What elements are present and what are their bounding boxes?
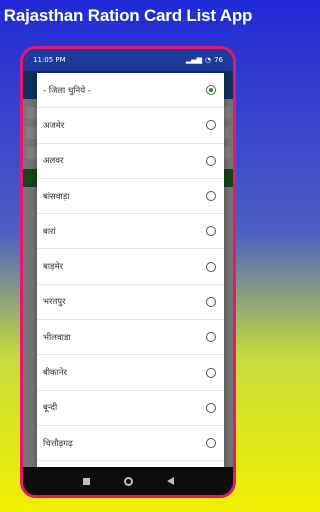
radio-button-icon[interactable] [206,332,216,343]
radio-button-icon[interactable] [206,85,216,96]
radio-button-icon[interactable] [206,261,216,272]
district-option[interactable]: बारां [37,214,224,250]
district-option[interactable]: - जिला चुनिये - [37,73,224,109]
radio-button-icon[interactable] [206,367,216,378]
status-bar: 11:05 PM ▂▄▆ ◔ 76 [23,49,233,71]
district-option-label: अजमेर [43,120,65,131]
district-option[interactable]: चित्तौड़गढ़ [37,426,224,462]
navigation-bar [23,467,233,495]
nav-back-icon[interactable] [166,477,174,485]
phone-frame: 11:05 PM ▂▄▆ ◔ 76 - जिला चुनिये - अजमेर अल… [20,46,236,498]
radio-button-icon[interactable] [206,296,216,307]
district-option-label: भीलवाडा [43,332,71,343]
district-option[interactable]: अलवर [37,144,224,179]
promo-title: Rajasthan Ration Card List App [3,6,253,25]
status-time: 11:05 PM [33,56,66,64]
status-icons: ▂▄▆ ◔ 76 [186,56,223,64]
radio-button-icon[interactable] [206,191,216,202]
radio-button-icon[interactable] [206,226,216,237]
signal-icon: ▂▄▆ [185,56,202,64]
district-option-label: भरतपुर [43,297,66,308]
district-option[interactable]: बून्दी [37,391,224,426]
district-option[interactable]: बाड़मेर [37,249,224,285]
district-option[interactable]: भीलवाडा [37,320,224,356]
district-option[interactable]: अजमेर [37,108,224,144]
battery-icon: 76 [214,56,223,64]
nav-home-icon[interactable] [123,476,133,486]
radio-button-icon[interactable] [206,120,216,131]
radio-button-icon[interactable] [206,402,216,413]
district-option[interactable]: बांसवाड़ा [37,179,224,215]
district-option-label: बारां [43,226,56,237]
district-option-label: बीकानेर [43,368,67,379]
nav-recents-icon[interactable] [82,477,90,485]
radio-button-icon[interactable] [206,438,216,449]
wifi-icon: ◔ [204,56,212,64]
district-select-dialog: - जिला चुनिये - अजमेर अलवर बांसवाड़ा बारां बा… [37,73,224,470]
district-option-label: बाड़मेर [43,262,64,273]
district-option-label: अलवर [43,156,64,167]
district-option[interactable]: बीकानेर [37,355,224,391]
radio-button-icon[interactable] [206,155,216,166]
district-option-label: - जिला चुनिये - [43,85,91,96]
district-option-label: बांसवाड़ा [43,191,70,202]
district-option[interactable]: भरतपुर [37,285,224,321]
district-option-label: बून्दी [43,403,58,414]
district-option-label: चित्तौड़गढ़ [43,438,73,449]
